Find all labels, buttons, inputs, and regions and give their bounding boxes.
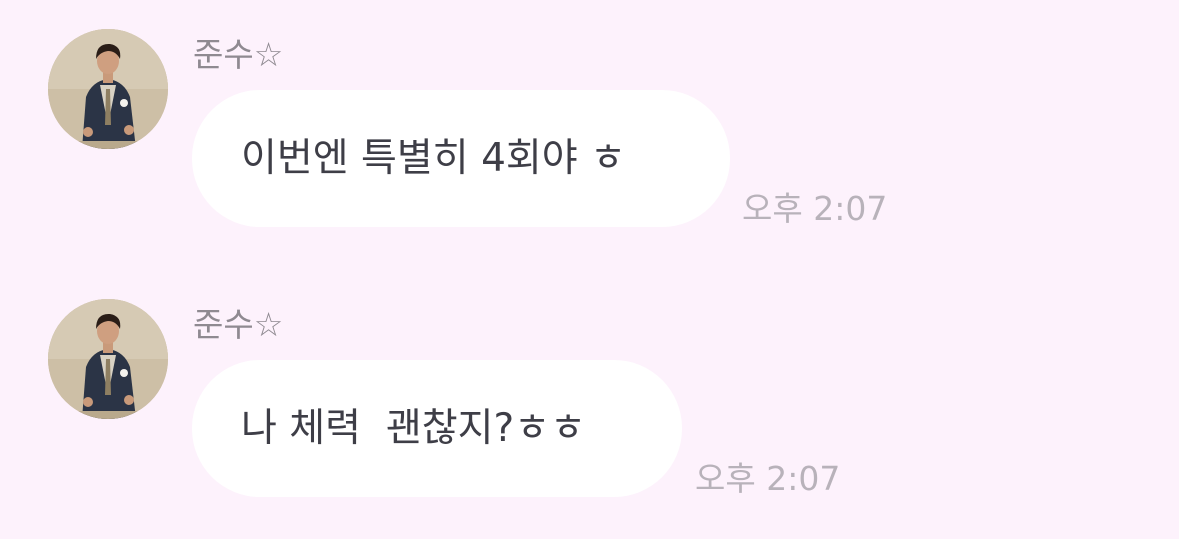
sender-name: 준수☆ xyxy=(193,305,284,344)
message-time: 오후 2:07 xyxy=(695,459,841,498)
chat-message: 준수☆ 나 체력 괜찮지?ㅎㅎ 오후 2:07 xyxy=(0,299,1179,539)
avatar-photo-icon xyxy=(48,29,168,149)
avatar[interactable] xyxy=(48,29,168,149)
chat-message: 준수☆ 이번엔 특별히 4회야 ㅎ 오후 2:07 xyxy=(0,29,1179,269)
message-text: 이번엔 특별히 4회야 ㅎ xyxy=(241,135,626,181)
message-bubble[interactable]: 나 체력 괜찮지?ㅎㅎ xyxy=(192,360,682,497)
message-time: 오후 2:07 xyxy=(742,189,888,228)
sender-name: 준수☆ xyxy=(193,35,284,74)
message-text: 나 체력 괜찮지?ㅎㅎ xyxy=(241,405,586,451)
avatar-photo-icon xyxy=(48,299,168,419)
avatar[interactable] xyxy=(48,299,168,419)
message-bubble[interactable]: 이번엔 특별히 4회야 ㅎ xyxy=(192,90,730,227)
